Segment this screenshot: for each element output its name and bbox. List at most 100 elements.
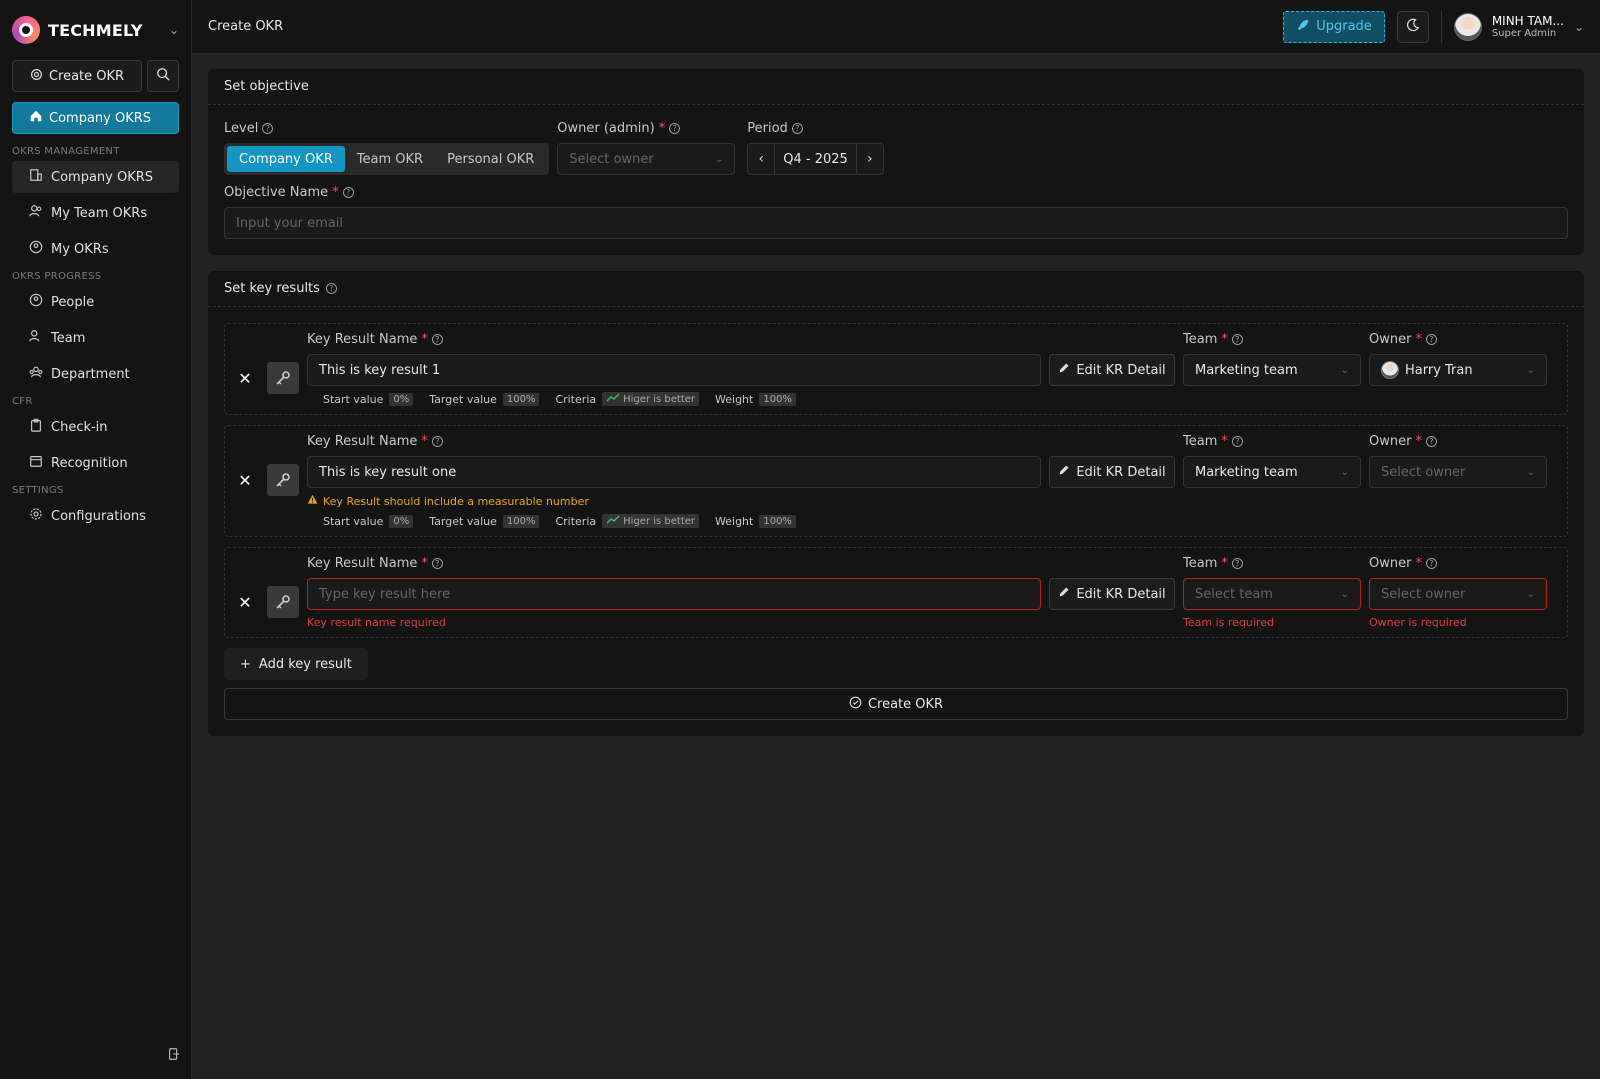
close-icon[interactable]: ✕ — [237, 362, 253, 394]
sidebar-item-label: Check-in — [51, 419, 108, 435]
create-okr-submit-button[interactable]: Create OKR — [224, 688, 1568, 720]
kr-owner-select[interactable]: Select owner ⌄ — [1369, 456, 1547, 488]
edit-kr-detail-button[interactable]: Edit KR Detail — [1049, 456, 1175, 488]
objective-name-input[interactable]: Input your email — [224, 207, 1568, 239]
kr-name-error: Key result name required — [307, 616, 446, 629]
sidebar-item-my-team-okrs[interactable]: My Team OKRs — [12, 197, 179, 229]
kr-name-label: Key Result Name — [307, 434, 418, 449]
logout-icon[interactable] — [167, 1047, 181, 1065]
sidebar-item-company-okrs[interactable]: Company OKRS — [12, 161, 179, 193]
check-circle-icon — [849, 696, 862, 713]
chevron-down-icon: ⌄ — [1573, 19, 1584, 34]
key-result-row: ✕ Key Result Name *? This is key result 1… — [224, 323, 1568, 415]
kr-team-select[interactable]: Marketing team ⌄ — [1183, 354, 1361, 386]
help-icon: ? — [1231, 436, 1243, 447]
target-icon — [30, 68, 43, 85]
kr-owner-label: Owner — [1369, 556, 1412, 571]
user-menu[interactable]: MINH TAM... Super Admin ⌄ — [1453, 12, 1584, 41]
upgrade-button[interactable]: Upgrade — [1283, 10, 1385, 43]
trend-up-icon — [606, 393, 620, 405]
brand-switcher[interactable]: TECHMELY ⌄ — [12, 0, 179, 60]
kr-team-value: Marketing team — [1195, 362, 1298, 378]
sidebar-item-department[interactable]: Department — [12, 358, 179, 390]
kr-team-error: Team is required — [1183, 616, 1274, 629]
add-key-result-button[interactable]: + Add key result — [224, 648, 368, 680]
key-icon — [267, 362, 299, 394]
sidebar-item-check-in[interactable]: Check-in — [12, 411, 179, 443]
user-name: MINH TAM... — [1491, 14, 1564, 28]
edit-kr-label: Edit KR Detail — [1076, 586, 1166, 602]
criteria-label: Criteria — [555, 392, 597, 406]
sidebar: TECHMELY ⌄ Create OKR Company OKRS OKRS … — [0, 0, 192, 1079]
kr-team-label: Team — [1183, 556, 1218, 571]
kr-meta: Start value 0% Target value 100% Criteria H… — [307, 392, 1041, 406]
pencil-icon — [1058, 362, 1070, 378]
kr-name-input[interactable]: This is key result one — [307, 456, 1041, 488]
edit-kr-detail-button[interactable]: Edit KR Detail — [1049, 578, 1175, 610]
kr-team-label: Team — [1183, 434, 1218, 449]
help-icon: ? — [431, 334, 443, 345]
chevron-down-icon: ⌄ — [1340, 364, 1349, 376]
chevron-left-icon[interactable]: ‹ — [748, 144, 775, 174]
search-button[interactable] — [147, 60, 179, 92]
sidebar-item-company-okrs-main[interactable]: Company OKRS — [12, 102, 179, 134]
key-result-row: ✕ Key Result Name *? This is key result o… — [224, 425, 1568, 537]
add-key-result-label: Add key result — [258, 656, 352, 672]
kr-name-value: This is key result 1 — [319, 362, 441, 378]
level-option-team[interactable]: Team OKR — [345, 146, 435, 172]
pencil-icon — [1058, 464, 1070, 480]
trend-up-icon — [606, 515, 620, 527]
sidebar-item-configurations[interactable]: Configurations — [12, 500, 179, 532]
kr-owner-label: Owner — [1369, 434, 1412, 449]
kr-name-input[interactable]: Type key result here — [307, 578, 1041, 610]
edit-kr-detail-button[interactable]: Edit KR Detail — [1049, 354, 1175, 386]
kr-name-label: Key Result Name — [307, 332, 418, 347]
chevron-down-icon: ⌄ — [1340, 588, 1349, 600]
kr-name-input[interactable]: This is key result 1 — [307, 354, 1041, 386]
sidebar-item-team[interactable]: Team — [12, 322, 179, 354]
target-value-label: Target value — [429, 392, 497, 406]
brand-logo — [12, 16, 40, 44]
level-selector: Company OKR Team OKR Personal OKR — [224, 143, 550, 175]
kr-owner-placeholder: Select owner — [1381, 586, 1466, 602]
sidebar-item-my-okrs[interactable]: My OKRs — [12, 233, 179, 265]
sidebar-item-recognition[interactable]: Recognition — [12, 447, 179, 479]
close-icon[interactable]: ✕ — [237, 586, 253, 618]
target-value-label: Target value — [429, 514, 497, 528]
theme-toggle-button[interactable] — [1396, 10, 1429, 43]
kr-team-placeholder: Select team — [1195, 586, 1273, 602]
kr-team-select[interactable]: Select team ⌄ — [1183, 578, 1361, 610]
objective-name-placeholder: Input your email — [236, 215, 344, 231]
kr-name-label: Key Result Name — [307, 556, 418, 571]
chevron-right-icon[interactable]: › — [856, 144, 883, 174]
weight-value: 100% — [759, 392, 796, 406]
kr-owner-select[interactable]: Harry Tran ⌄ — [1369, 354, 1547, 386]
key-icon — [267, 464, 299, 496]
gear-icon — [29, 507, 43, 525]
kr-owner-value: Harry Tran — [1405, 362, 1473, 378]
kr-team-label: Team — [1183, 332, 1218, 347]
chevron-down-icon: ⌄ — [168, 23, 179, 37]
kr-warning: Key Result should include a measurable n… — [307, 494, 1041, 508]
start-value: 0% — [389, 514, 414, 528]
level-option-company[interactable]: Company OKR — [227, 146, 345, 172]
kr-owner-select[interactable]: Select owner ⌄ — [1369, 578, 1547, 610]
user-role: Super Admin — [1491, 28, 1557, 39]
edit-kr-label: Edit KR Detail — [1076, 464, 1166, 480]
chevron-down-icon: ⌄ — [1526, 588, 1535, 600]
chevron-down-icon: ⌄ — [1526, 466, 1535, 478]
sidebar-item-label: People — [51, 294, 95, 310]
kr-name-value: This is key result one — [319, 464, 457, 480]
close-icon[interactable]: ✕ — [237, 464, 253, 496]
upgrade-label: Upgrade — [1316, 19, 1372, 34]
owner-admin-select[interactable]: Select owner ⌄ — [557, 143, 736, 175]
moon-icon — [1406, 18, 1420, 36]
period-value[interactable]: Q4 - 2025 — [774, 144, 857, 174]
sidebar-item-people[interactable]: People — [12, 286, 179, 318]
kr-team-select[interactable]: Marketing team ⌄ — [1183, 456, 1361, 488]
level-option-personal[interactable]: Personal OKR — [435, 146, 546, 172]
start-value: 0% — [389, 392, 414, 406]
department-icon — [29, 365, 43, 383]
sidebar-item-label: Team — [51, 330, 86, 346]
create-okr-button[interactable]: Create OKR — [12, 60, 142, 92]
